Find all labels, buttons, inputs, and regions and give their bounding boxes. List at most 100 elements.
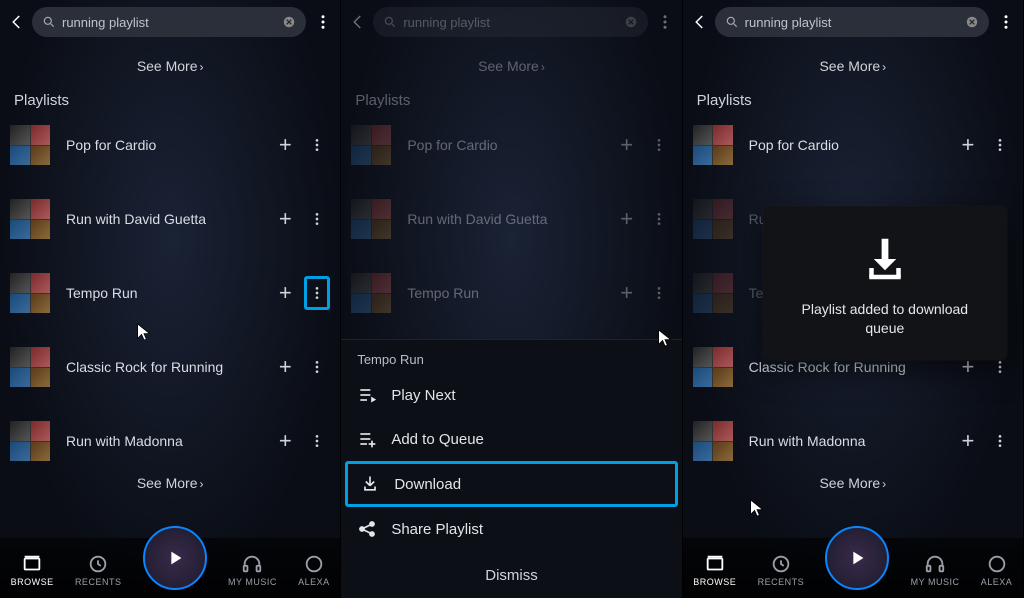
playlist-row[interactable]: Tempo Run +	[0, 267, 340, 319]
search-text: running playlist	[745, 15, 965, 30]
context-menu: Tempo Run Play Next Add to Queue Downloa…	[341, 339, 681, 598]
clear-icon[interactable]	[965, 15, 979, 29]
overflow-icon[interactable]	[654, 13, 676, 31]
playlist-art	[351, 273, 391, 313]
nav-label: BROWSE	[693, 577, 736, 587]
add-icon[interactable]: +	[955, 424, 981, 458]
screen-2: running playlist See More› Playlists Pop…	[341, 0, 682, 598]
playlist-row: Tempo Run +	[341, 267, 681, 319]
row-overflow-icon	[646, 128, 672, 162]
add-icon[interactable]: +	[272, 424, 298, 458]
nav-mymusic[interactable]: MY MUSIC	[228, 553, 277, 587]
menu-download[interactable]: Download	[345, 461, 677, 507]
overflow-icon[interactable]	[312, 13, 334, 31]
nav-label: MY MUSIC	[228, 577, 277, 587]
nav-recents[interactable]: RECENTS	[75, 553, 122, 587]
menu-dismiss[interactable]: Dismiss	[341, 551, 681, 598]
add-icon[interactable]: +	[955, 128, 981, 162]
add-icon[interactable]: +	[272, 350, 298, 384]
browse-icon	[704, 553, 726, 575]
add-icon[interactable]: +	[272, 202, 298, 236]
nav-alexa[interactable]: ALEXA	[981, 553, 1013, 587]
clear-icon[interactable]	[624, 15, 638, 29]
recents-icon	[770, 553, 792, 575]
now-playing-hub[interactable]	[825, 526, 889, 590]
headphones-icon	[241, 553, 263, 575]
row-overflow-icon	[646, 202, 672, 236]
clear-icon[interactable]	[282, 15, 296, 29]
nav-mymusic[interactable]: MY MUSIC	[911, 553, 960, 587]
menu-add-queue[interactable]: Add to Queue	[341, 417, 681, 461]
playlist-row[interactable]: Pop for Cardio +	[683, 119, 1023, 171]
nav-browse[interactable]: BROWSE	[693, 553, 736, 587]
nav-browse[interactable]: BROWSE	[11, 553, 54, 587]
playlist-row[interactable]: Run with Madonna +	[0, 415, 340, 467]
see-more-bottom[interactable]: See More›	[0, 467, 340, 509]
nav-recents[interactable]: RECENTS	[758, 553, 805, 587]
browse-icon	[21, 553, 43, 575]
now-playing-hub[interactable]	[143, 526, 207, 590]
menu-label: Download	[394, 476, 461, 493]
search-box[interactable]: running playlist	[32, 7, 306, 37]
row-overflow-icon[interactable]	[304, 350, 330, 384]
playlist-title: Classic Rock for Running	[749, 359, 955, 375]
see-more-top[interactable]: See More›	[683, 44, 1023, 92]
see-more-label: See More	[137, 58, 198, 74]
playlist-art	[10, 347, 50, 387]
screen-1: running playlist See More› Playlists Pop…	[0, 0, 341, 598]
see-more-top[interactable]: See More›	[341, 44, 681, 92]
chevron-right-icon: ›	[200, 60, 204, 74]
playlist-row[interactable]: Run with Madonna +	[683, 415, 1023, 467]
play-next-icon	[357, 385, 377, 405]
playlist-title: Pop for Cardio	[66, 137, 272, 153]
back-icon[interactable]	[689, 13, 711, 31]
back-icon[interactable]	[6, 13, 28, 31]
search-box[interactable]: running playlist	[715, 7, 989, 37]
playlist-title: Run with David Guetta	[66, 211, 272, 227]
recents-icon	[87, 553, 109, 575]
row-overflow-icon[interactable]	[304, 202, 330, 236]
search-icon	[383, 15, 397, 29]
playlist-row: Pop for Cardio +	[341, 119, 681, 171]
bottom-nav: BROWSE RECENTS MY MUSIC ALEXA	[683, 538, 1023, 598]
playlist-art	[10, 125, 50, 165]
see-more-top[interactable]: See More›	[0, 44, 340, 92]
share-icon	[357, 519, 377, 539]
nav-label: BROWSE	[11, 577, 54, 587]
screen-3: running playlist See More› Playlists Pop…	[683, 0, 1024, 598]
see-more-label: See More	[478, 58, 539, 74]
playlist-art	[693, 125, 733, 165]
add-icon[interactable]: +	[272, 276, 298, 310]
row-overflow-icon[interactable]	[304, 128, 330, 162]
menu-label: Share Playlist	[391, 521, 483, 538]
see-more-bottom[interactable]: See More›	[683, 467, 1023, 509]
chevron-right-icon: ›	[882, 60, 886, 74]
nav-label: RECENTS	[75, 577, 122, 587]
playlist-title: Tempo Run	[407, 285, 613, 301]
playlist-art	[351, 199, 391, 239]
playlist-row[interactable]: Classic Rock for Running +	[0, 341, 340, 393]
back-icon[interactable]	[347, 13, 369, 31]
playlist-title: Classic Rock for Running	[66, 359, 272, 375]
row-overflow-icon[interactable]	[304, 276, 330, 310]
chevron-right-icon: ›	[882, 477, 886, 491]
menu-play-next[interactable]: Play Next	[341, 373, 681, 417]
alexa-icon	[986, 553, 1008, 575]
add-icon[interactable]: +	[272, 128, 298, 162]
nav-label: RECENTS	[758, 577, 805, 587]
menu-share[interactable]: Share Playlist	[341, 507, 681, 551]
playlist-title: Run with Madonna	[66, 433, 272, 449]
row-overflow-icon[interactable]	[304, 424, 330, 458]
playlist-row: Run with David Guetta +	[341, 193, 681, 245]
row-overflow-icon[interactable]	[987, 424, 1013, 458]
nav-label: MY MUSIC	[911, 577, 960, 587]
see-more-label: See More	[819, 58, 880, 74]
playlist-art	[693, 347, 733, 387]
playlist-row[interactable]: Pop for Cardio +	[0, 119, 340, 171]
row-overflow-icon[interactable]	[987, 128, 1013, 162]
search-box[interactable]: running playlist	[373, 7, 647, 37]
nav-alexa[interactable]: ALEXA	[298, 553, 330, 587]
playlist-row[interactable]: Run with David Guetta +	[0, 193, 340, 245]
overflow-icon[interactable]	[995, 13, 1017, 31]
playlist-title: Run with David Guetta	[407, 211, 613, 227]
